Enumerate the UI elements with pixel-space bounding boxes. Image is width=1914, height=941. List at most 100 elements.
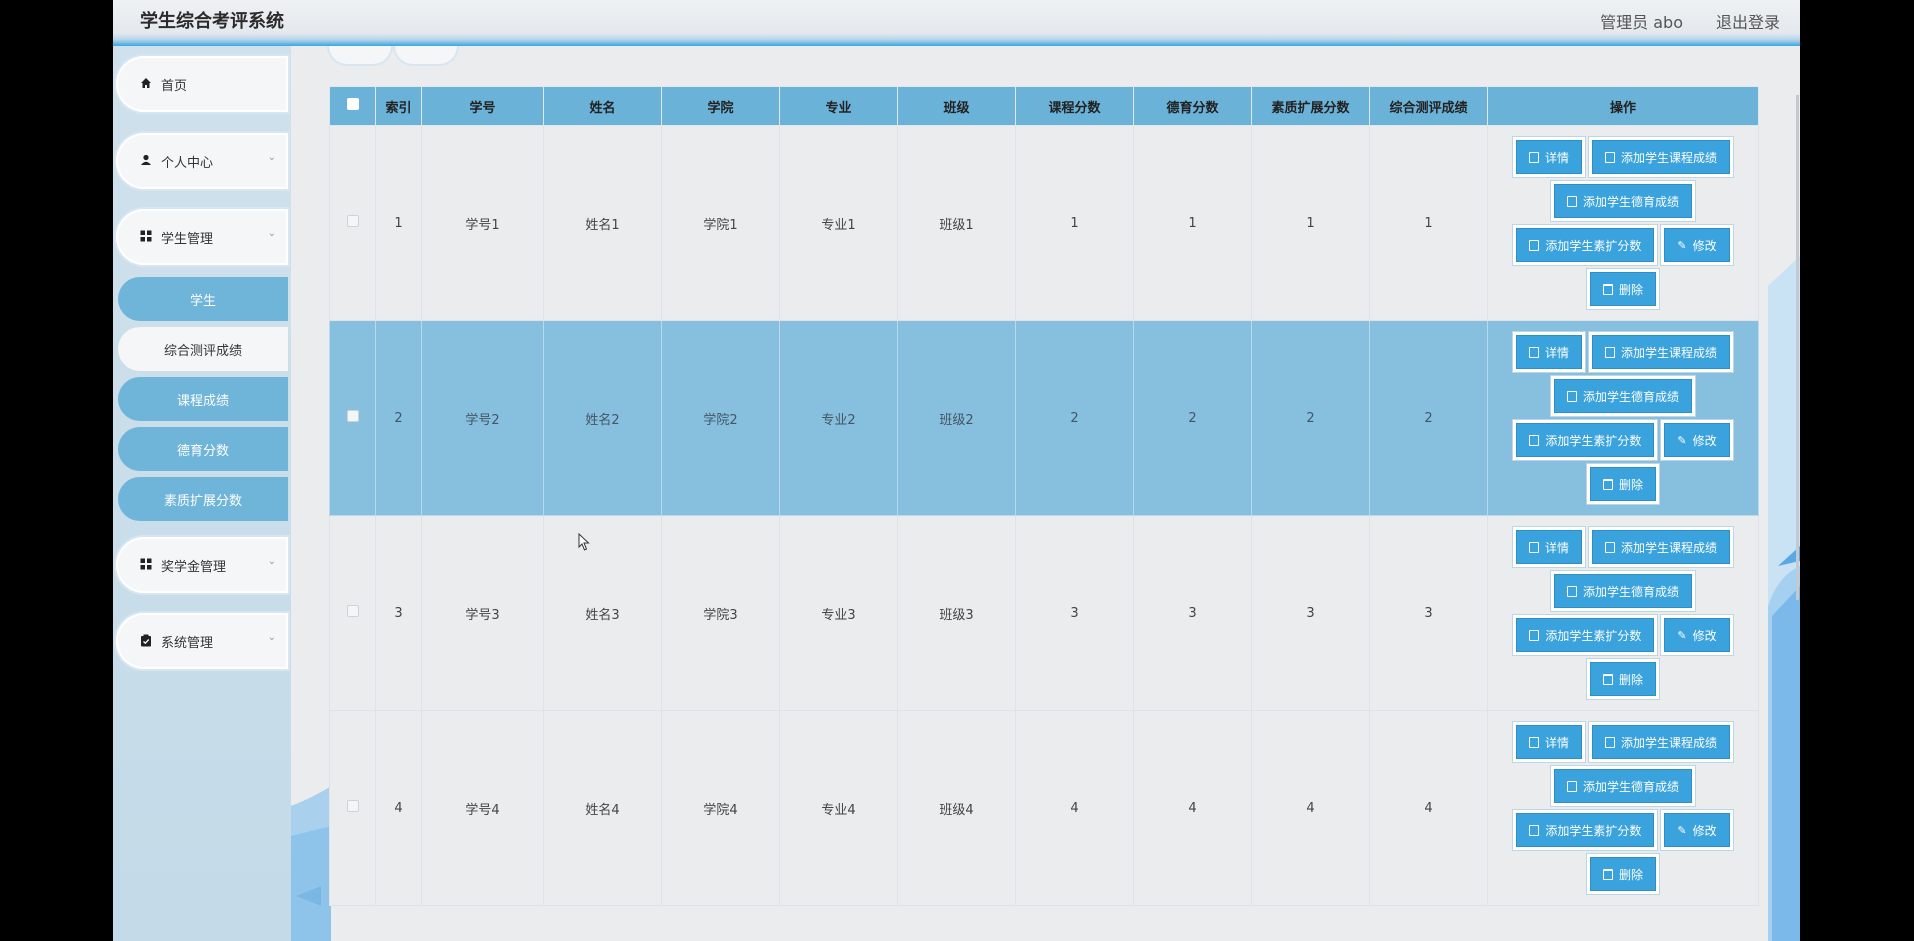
add-quality-score-button[interactable]: 添加学生素扩分数	[1516, 228, 1655, 262]
major-cell: 专业1	[779, 125, 898, 321]
document-icon	[1528, 736, 1539, 748]
college-cell: 学院3	[661, 515, 780, 711]
add-quality-label: 添加学生素扩分数	[1545, 628, 1642, 643]
class-cell: 班级4	[897, 710, 1016, 906]
table-row[interactable]: 2 学号2 姓名2 学院2 专业2 班级2 2 2 2 2 详情 添加学生课程成绩 添加学生德育成…	[329, 320, 1759, 516]
detail-button[interactable]: 详情	[1515, 140, 1582, 174]
document-icon	[1605, 736, 1615, 748]
add-course-score-button[interactable]: 添加学生课程成绩	[1592, 335, 1731, 369]
student-id-cell: 学号3	[421, 515, 544, 711]
add-quality-score-button[interactable]: 添加学生素扩分数	[1516, 813, 1655, 847]
add-moral-label: 添加学生德育成绩	[1582, 389, 1679, 404]
sub-item-course-score[interactable]: 课程成绩	[118, 377, 288, 421]
index-cell: 2	[375, 320, 422, 516]
main-content: 索引 学号 姓名 学院 专业 班级 课程分数 德育分数 素质扩展分数 综合测评成…	[291, 46, 1800, 941]
add-course-score-button[interactable]: 添加学生课程成绩	[1592, 140, 1731, 174]
add-moral-score-button[interactable]: 添加学生德育成绩	[1553, 184, 1692, 218]
chevron-down-icon: ⌄	[267, 152, 276, 163]
document-icon	[1529, 824, 1540, 836]
edit-button[interactable]: ✎ 修改	[1664, 813, 1730, 847]
delete-label: 删除	[1618, 477, 1643, 492]
detail-label: 详情	[1544, 150, 1569, 165]
edit-button[interactable]: ✎ 修改	[1664, 618, 1730, 652]
column-header: 学院	[661, 86, 780, 126]
sub-item-quality-score[interactable]: 素质扩展分数	[118, 477, 288, 521]
column-header: 素质扩展分数	[1251, 86, 1370, 126]
table-row[interactable]: 3 学号3 姓名3 学院3 专业3 班级3 3 3 3 3 详情 添加学生课程成绩 添加学生德育成…	[329, 515, 1759, 711]
sidebar-item-label: 首页	[161, 79, 188, 94]
add-quality-label: 添加学生素扩分数	[1545, 433, 1642, 448]
row-checkbox[interactable]	[346, 605, 359, 617]
mouse-cursor-icon	[578, 533, 590, 551]
row-checkbox[interactable]	[346, 215, 359, 227]
add-moral-score-button[interactable]: 添加学生德育成绩	[1553, 769, 1692, 803]
student-table: 索引 学号 姓名 学院 专业 班级 课程分数 德育分数 素质扩展分数 综合测评成…	[329, 86, 1759, 906]
row-select-cell[interactable]	[329, 710, 376, 906]
edit-icon: ✎	[1677, 628, 1687, 642]
row-select-cell[interactable]	[329, 320, 376, 516]
student-id-cell: 学号1	[421, 125, 544, 321]
delete-button[interactable]: 删除	[1589, 662, 1656, 696]
detail-button[interactable]: 详情	[1515, 530, 1582, 564]
quality-score-cell: 3	[1251, 515, 1370, 711]
vertical-scrollbar[interactable]	[1796, 95, 1799, 600]
sidebar-item-home[interactable]: 首页	[116, 56, 288, 112]
document-icon	[1605, 541, 1615, 553]
row-checkbox[interactable]	[346, 800, 359, 812]
logout-link[interactable]: 退出登录	[1716, 9, 1780, 33]
delete-button[interactable]: 删除	[1589, 857, 1656, 891]
total-score-cell: 4	[1369, 710, 1488, 906]
sidebar-item-scholarship[interactable]: 奖学金管理 ⌄	[116, 537, 288, 593]
toolbar-button-2[interactable]	[395, 46, 457, 64]
detail-button[interactable]: 详情	[1515, 335, 1582, 369]
detail-button[interactable]: 详情	[1515, 725, 1582, 759]
column-header: 德育分数	[1133, 86, 1252, 126]
sidebar-item-system[interactable]: 系统管理 ⌄	[116, 613, 288, 669]
column-header: 学号	[421, 86, 544, 126]
grid-icon	[139, 228, 153, 244]
quality-score-cell: 1	[1251, 125, 1370, 321]
sub-item-total-score[interactable]: 综合测评成绩	[118, 327, 288, 371]
delete-button[interactable]: 删除	[1589, 272, 1656, 306]
sidebar-item-label: 系统管理	[161, 636, 214, 651]
add-moral-score-button[interactable]: 添加学生德育成绩	[1553, 574, 1692, 608]
sidebar-item-label: 个人中心	[161, 156, 214, 171]
delete-button[interactable]: 删除	[1589, 467, 1656, 501]
column-header: 课程分数	[1015, 86, 1134, 126]
table-row[interactable]: 4 学号4 姓名4 学院4 专业4 班级4 4 4 4 4 详情 添加学生课程成绩 添加学生德育成…	[329, 710, 1759, 906]
sub-item-student[interactable]: 学生	[118, 277, 288, 321]
trash-icon	[1602, 868, 1613, 880]
college-cell: 学院4	[661, 710, 780, 906]
table-row[interactable]: 1 学号1 姓名1 学院1 专业1 班级1 1 1 1 1 详情 添加学生课程成绩 添加学生德育成…	[329, 125, 1759, 321]
sidebar-item-profile[interactable]: 个人中心 ⌄	[116, 133, 288, 189]
document-icon	[1528, 541, 1539, 553]
row-select-cell[interactable]	[329, 515, 376, 711]
toolbar-button-1[interactable]	[329, 46, 391, 64]
sub-item-moral-score[interactable]: 德育分数	[118, 427, 288, 471]
add-quality-score-button[interactable]: 添加学生素扩分数	[1516, 423, 1655, 457]
add-course-score-button[interactable]: 添加学生课程成绩	[1592, 530, 1731, 564]
sidebar-item-student-mgmt[interactable]: 学生管理 ⌄	[116, 209, 288, 265]
row-checkbox[interactable]	[346, 410, 359, 422]
add-quality-label: 添加学生素扩分数	[1545, 238, 1642, 253]
quality-score-cell: 2	[1251, 320, 1370, 516]
add-moral-score-button[interactable]: 添加学生德育成绩	[1553, 379, 1692, 413]
add-course-label: 添加学生课程成绩	[1621, 735, 1718, 750]
edit-button[interactable]: ✎ 修改	[1664, 228, 1730, 262]
add-course-label: 添加学生课程成绩	[1621, 540, 1718, 555]
major-cell: 专业2	[779, 320, 898, 516]
delete-label: 删除	[1618, 282, 1643, 297]
index-cell: 4	[375, 710, 422, 906]
add-course-score-button[interactable]: 添加学生课程成绩	[1592, 725, 1731, 759]
document-icon	[1528, 151, 1539, 163]
chevron-down-icon: ⌄	[267, 228, 276, 239]
edit-label: 修改	[1692, 823, 1717, 838]
add-quality-score-button[interactable]: 添加学生素扩分数	[1516, 618, 1655, 652]
edit-button[interactable]: ✎ 修改	[1664, 423, 1730, 457]
admin-label: 管理员 abo	[1600, 13, 1683, 32]
table-header-row: 索引 学号 姓名 学院 专业 班级 课程分数 德育分数 素质扩展分数 综合测评成…	[329, 86, 1759, 126]
select-all-cell[interactable]	[329, 86, 376, 126]
select-all-checkbox[interactable]	[346, 98, 359, 110]
major-cell: 专业4	[779, 710, 898, 906]
row-select-cell[interactable]	[329, 125, 376, 321]
